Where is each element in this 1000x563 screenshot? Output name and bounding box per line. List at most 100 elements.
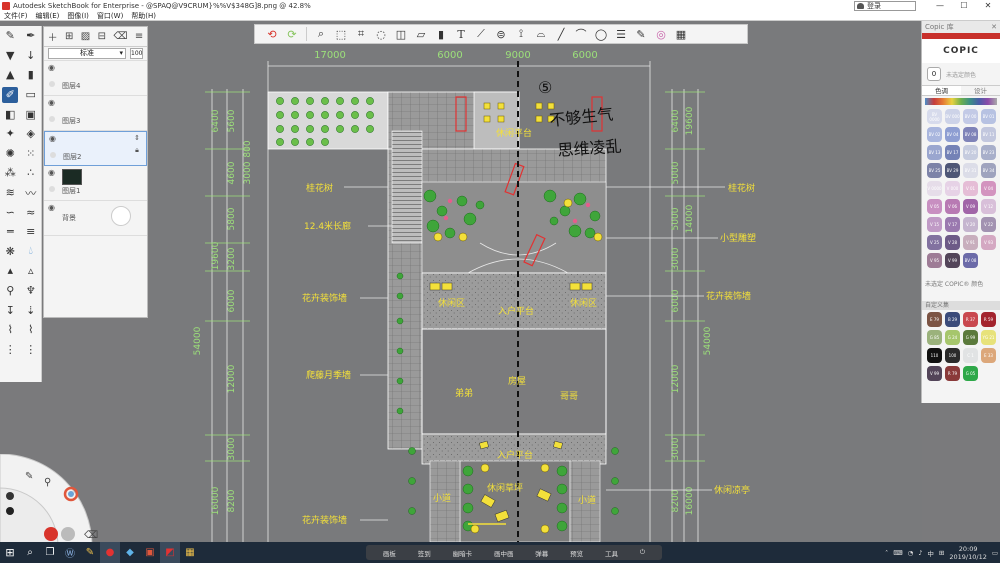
- fine-pen-2-icon[interactable]: ⇣: [23, 302, 39, 318]
- copic-swatch[interactable]: BV 0000: [927, 109, 942, 124]
- visibility-eye-icon[interactable]: ◉: [48, 203, 55, 212]
- brush-library-icon[interactable]: ✎: [632, 26, 650, 42]
- splatter-brush-icon[interactable]: ✺: [2, 145, 18, 161]
- tab-design[interactable]: 设计: [961, 86, 1000, 95]
- pen-tip-2-icon[interactable]: ▵: [23, 263, 39, 279]
- perspective-icon[interactable]: ⌓: [532, 26, 550, 42]
- brush-more-2-icon[interactable]: ⋮: [23, 341, 39, 357]
- copic-swatch[interactable]: V 15: [927, 217, 942, 232]
- search-icon[interactable]: ⌕: [20, 542, 40, 563]
- eraser-brush-icon[interactable]: ▭: [23, 87, 39, 103]
- symmetry-icon[interactable]: ⟟: [512, 26, 530, 42]
- ribbon-brush-icon[interactable]: ∽: [2, 204, 18, 220]
- recording-button-5[interactable]: 预览: [570, 548, 583, 558]
- copic-swatch[interactable]: BV 000: [945, 109, 960, 124]
- copic-swatch[interactable]: BV 01: [981, 109, 996, 124]
- recording-button-1[interactable]: 签到: [418, 548, 431, 558]
- copic-swatch[interactable]: BV 00: [963, 109, 978, 124]
- shape-icon[interactable]: ◯: [592, 26, 610, 42]
- current-color-swatch[interactable]: 0: [927, 67, 941, 81]
- tab-hue[interactable]: 色调: [922, 86, 961, 95]
- color-editor-icon[interactable]: ◎: [652, 26, 670, 42]
- image-app-icon[interactable]: ▦: [180, 542, 200, 563]
- menu-edit[interactable]: 编辑(E): [32, 11, 64, 20]
- close-icon[interactable]: ✕: [991, 23, 997, 31]
- transform-icon[interactable]: ◫: [392, 26, 410, 42]
- copic-swatch[interactable]: BV 17: [945, 145, 960, 160]
- radial-info-icon[interactable]: [6, 492, 14, 500]
- spray-brush-icon[interactable]: ⁂: [2, 165, 18, 181]
- distort-icon[interactable]: ▱: [412, 26, 430, 42]
- text-icon[interactable]: T: [452, 26, 470, 42]
- custom-swatch[interactable]: G 85: [927, 330, 942, 345]
- task-view-icon[interactable]: ❐: [40, 542, 60, 563]
- texture-brush-icon[interactable]: ◈: [23, 126, 39, 142]
- copic-swatch[interactable]: BV 25: [927, 163, 942, 178]
- copic-swatch[interactable]: V 93: [981, 235, 996, 250]
- nib-brush-icon[interactable]: ⚲: [2, 283, 18, 299]
- technical-pen-icon[interactable]: ↓: [23, 47, 39, 63]
- custom-swatch[interactable]: G 24: [945, 330, 960, 345]
- crop-icon[interactable]: ⌗: [352, 26, 370, 42]
- copic-swatch[interactable]: V 28: [945, 235, 960, 250]
- layer-item[interactable]: ◉ 图层3: [44, 96, 147, 131]
- ppt-app-icon[interactable]: ▣: [140, 542, 160, 563]
- copic-swatch[interactable]: V 95: [927, 253, 942, 268]
- copic-swatch[interactable]: BV 04: [945, 127, 960, 142]
- fill-brush-icon[interactable]: ▣: [23, 106, 39, 122]
- flat-brush-icon[interactable]: ═: [2, 224, 18, 240]
- visibility-eye-icon[interactable]: ◉: [49, 134, 56, 143]
- add-group-icon[interactable]: ⊞: [65, 31, 73, 42]
- custom-swatch[interactable]: R 37: [963, 312, 978, 327]
- recording-button-0[interactable]: 画板: [383, 548, 396, 558]
- clock[interactable]: 20:09 2019/10/12: [949, 545, 986, 561]
- power-icon[interactable]: ⏻: [640, 548, 645, 557]
- marker-brush-icon[interactable]: ▼: [2, 47, 18, 63]
- custom-swatch[interactable]: 110: [927, 348, 942, 363]
- dust-brush-icon[interactable]: ❋: [2, 243, 18, 259]
- sketchbook-app-icon[interactable]: ◩: [160, 542, 180, 563]
- chisel-brush-icon[interactable]: ◧: [2, 106, 18, 122]
- layers-icon[interactable]: ☰: [612, 26, 630, 42]
- opacity-field[interactable]: 100: [130, 48, 143, 59]
- radial-undo-icon[interactable]: [44, 527, 58, 541]
- custom-swatch[interactable]: R 79: [945, 366, 960, 381]
- layer-item[interactable]: ◉ 图层4: [44, 61, 147, 96]
- airbrush-icon[interactable]: ▲: [2, 67, 18, 83]
- line-icon[interactable]: ╱: [552, 26, 570, 42]
- pencil-brush-icon[interactable]: ✎: [2, 28, 18, 44]
- close-button[interactable]: ✕: [976, 1, 1000, 10]
- layer-item[interactable]: ◉ 图层1: [44, 166, 147, 201]
- pen-tip-icon[interactable]: ▴: [2, 263, 18, 279]
- wave-brush-icon[interactable]: ≋: [2, 185, 18, 201]
- copic-swatch[interactable]: V 0000: [927, 181, 942, 196]
- layer-item-active[interactable]: ◉ 图层2 ⇕ 🔒︎: [44, 131, 147, 166]
- merge-layer-icon[interactable]: ⊟: [98, 31, 106, 42]
- custom-swatch[interactable]: YG 21: [981, 330, 996, 345]
- login-button[interactable]: 登录: [854, 0, 916, 11]
- copic-swatch[interactable]: V 99: [945, 253, 960, 268]
- hatch-brush-icon[interactable]: ≡: [23, 224, 39, 240]
- copic-swatch[interactable]: BV 29: [945, 163, 960, 178]
- fine-pen-icon[interactable]: ↧: [2, 302, 18, 318]
- visibility-eye-icon[interactable]: ◉: [48, 168, 55, 177]
- ime-indicator[interactable]: 中: [927, 548, 934, 558]
- line-brush-icon[interactable]: ≈: [23, 204, 39, 220]
- volume-icon[interactable]: ♪: [918, 549, 922, 557]
- tray-up-arrow-icon[interactable]: ˄: [885, 549, 888, 557]
- curve-icon[interactable]: ⌒: [572, 26, 590, 42]
- custom-swatch[interactable]: B 29: [945, 312, 960, 327]
- keyboard-icon[interactable]: ⌨: [893, 549, 902, 557]
- ruler-icon[interactable]: ⟋: [472, 26, 490, 42]
- copic-icon[interactable]: ▦: [672, 26, 690, 42]
- copic-swatch[interactable]: V 09: [963, 199, 978, 214]
- radial-redo-icon[interactable]: [61, 527, 75, 541]
- notification-icon[interactable]: ▭: [992, 549, 998, 557]
- quill-brush-icon[interactable]: ♆: [23, 283, 39, 299]
- layer-lock-icon[interactable]: 🔒︎: [135, 146, 139, 155]
- background-color-swatch[interactable]: [111, 206, 131, 226]
- wifi-icon[interactable]: ◔: [908, 549, 914, 557]
- windows-start-icon[interactable]: ⊞: [0, 542, 20, 563]
- visibility-eye-icon[interactable]: ◉: [48, 63, 55, 72]
- custom-swatch[interactable]: C 1: [963, 348, 978, 363]
